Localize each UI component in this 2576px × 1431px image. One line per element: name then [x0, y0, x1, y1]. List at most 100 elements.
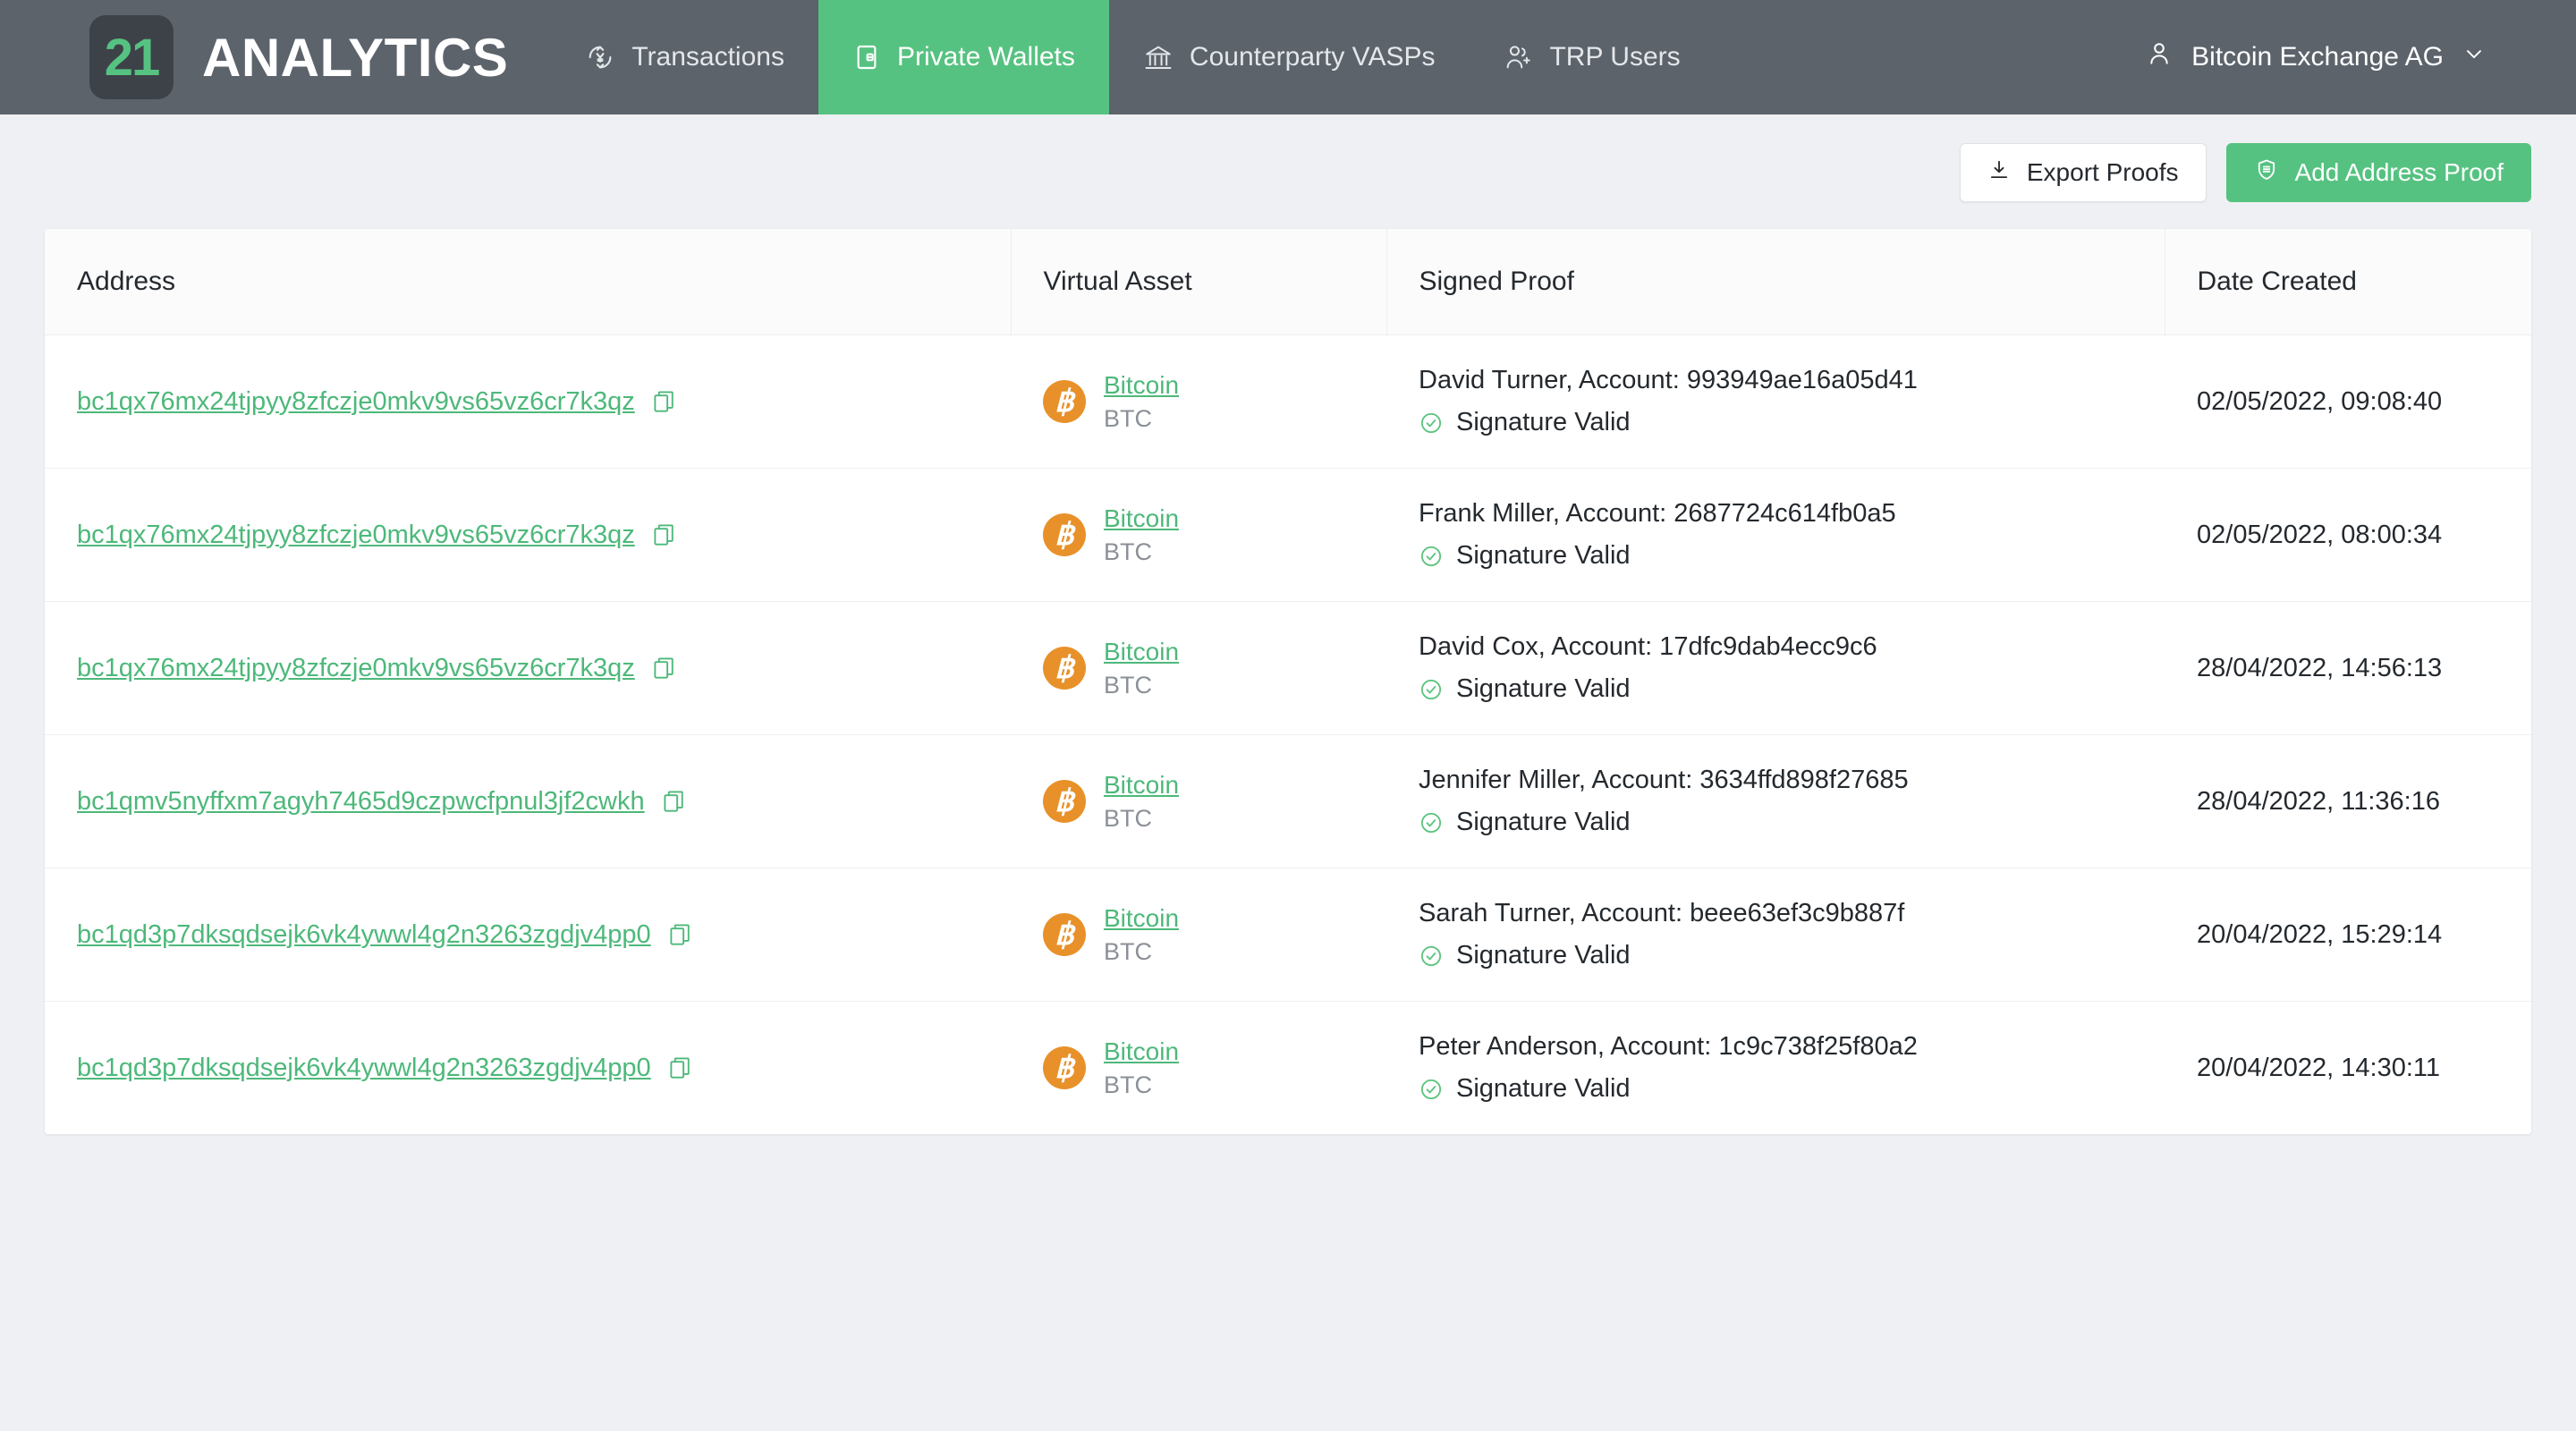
nav-tab-label: Transactions	[631, 42, 784, 72]
cell-address: bc1qx76mx24tjpyy8zfczje0mkv9vs65vz6cr7k3…	[45, 334, 1011, 469]
table-row: bc1qd3p7dksqdsejk6vk4ywwl4g2n3263zgdjv4p…	[45, 868, 2531, 1002]
cell-address: bc1qd3p7dksqdsejk6vk4ywwl4g2n3263zgdjv4p…	[45, 1002, 1011, 1135]
cell-address: bc1qx76mx24tjpyy8zfczje0mkv9vs65vz6cr7k3…	[45, 601, 1011, 735]
asset-symbol: BTC	[1104, 671, 1152, 699]
address-proofs-table: Address Virtual Asset Signed Proof Date …	[45, 229, 2531, 1134]
add-address-proof-button[interactable]: Add Address Proof	[2225, 143, 2531, 202]
chevron-down-icon	[2462, 41, 2487, 73]
cell-date-created: 02/05/2022, 08:00:34	[2165, 468, 2531, 602]
address-link[interactable]: bc1qx76mx24tjpyy8zfczje0mkv9vs65vz6cr7k3…	[77, 387, 635, 417]
column-header-virtual-asset: Virtual Asset	[1010, 229, 1386, 335]
bank-icon	[1143, 42, 1174, 72]
copy-icon[interactable]	[651, 388, 678, 415]
address-link[interactable]: bc1qd3p7dksqdsejk6vk4ywwl4g2n3263zgdjv4p…	[77, 1054, 651, 1083]
brand-logo[interactable]: 21 ANALYTICS	[0, 0, 551, 114]
table-row: bc1qx76mx24tjpyy8zfczje0mkv9vs65vz6cr7k3…	[45, 334, 2531, 469]
check-circle-icon	[1419, 1077, 1444, 1102]
cell-signed-proof: David Cox, Account: 17dfc9dab4ecc9c6 Sig…	[1386, 601, 2165, 735]
nav-tab-label: Counterparty VASPs	[1189, 42, 1436, 72]
download-icon	[1987, 158, 2011, 188]
bitcoin-icon: ฿	[1043, 780, 1086, 823]
address-link[interactable]: bc1qd3p7dksqdsejk6vk4ywwl4g2n3263zgdjv4p…	[77, 920, 651, 950]
proof-account-text: David Cox, Account: 17dfc9dab4ecc9c6	[1419, 632, 1877, 661]
asset-name-link[interactable]: Bitcoin	[1104, 504, 1179, 533]
date-created-value: 20/04/2022, 14:30:11	[2197, 1053, 2440, 1082]
nav-tab-trp-users[interactable]: TRP Users	[1469, 0, 1714, 114]
signature-status-label: Signature Valid	[1456, 408, 1631, 436]
table-header-row: Address Virtual Asset Signed Proof Date …	[45, 229, 2531, 335]
signature-status-label: Signature Valid	[1456, 808, 1631, 836]
account-name: Bitcoin Exchange AG	[2191, 42, 2444, 72]
cell-date-created: 02/05/2022, 09:08:40	[2165, 334, 2531, 469]
bitcoin-icon: ฿	[1043, 513, 1086, 556]
users-icon	[1503, 42, 1533, 72]
proof-account-text: Sarah Turner, Account: beee63ef3c9b887f	[1419, 899, 1905, 927]
signature-status-label: Signature Valid	[1456, 1074, 1631, 1103]
copy-icon[interactable]	[667, 921, 694, 948]
asset-symbol: BTC	[1104, 538, 1152, 565]
person-icon	[2145, 39, 2174, 75]
address-link[interactable]: bc1qx76mx24tjpyy8zfczje0mkv9vs65vz6cr7k3…	[77, 521, 635, 550]
table-body: bc1qx76mx24tjpyy8zfczje0mkv9vs65vz6cr7k3…	[45, 334, 2531, 1135]
address-link[interactable]: bc1qmv5nyffxm7agyh7465d9czpwcfpnul3jf2cw…	[77, 787, 645, 817]
asset-name-link[interactable]: Bitcoin	[1104, 904, 1179, 933]
signature-status-label: Signature Valid	[1456, 941, 1631, 970]
cell-address: bc1qmv5nyffxm7agyh7465d9czpwcfpnul3jf2cw…	[45, 734, 1011, 868]
date-created-value: 02/05/2022, 08:00:34	[2197, 520, 2443, 549]
nav-tabs: Transactions Private Wallets Counterpart…	[551, 0, 1714, 114]
cell-date-created: 20/04/2022, 15:29:14	[2165, 868, 2531, 1002]
asset-name-link[interactable]: Bitcoin	[1104, 771, 1179, 800]
export-proofs-button[interactable]: Export Proofs	[1959, 143, 2207, 202]
nav-tab-transactions[interactable]: Transactions	[551, 0, 818, 114]
brand-name-analytics: ANALYTICS	[202, 27, 509, 88]
copy-icon[interactable]	[667, 1054, 694, 1081]
account-menu[interactable]: Bitcoin Exchange AG	[2145, 0, 2576, 114]
check-circle-icon	[1419, 944, 1444, 969]
asset-symbol: BTC	[1104, 804, 1152, 832]
asset-symbol: BTC	[1104, 404, 1152, 432]
address-link[interactable]: bc1qx76mx24tjpyy8zfczje0mkv9vs65vz6cr7k3…	[77, 654, 635, 683]
action-bar: Export Proofs Add Address Proof	[0, 114, 2576, 202]
proof-account-text: Peter Anderson, Account: 1c9c738f25f80a2	[1419, 1032, 1918, 1061]
cell-virtual-asset: ฿ Bitcoin BTC	[1011, 734, 1386, 868]
check-circle-icon	[1419, 810, 1444, 835]
table-header: Address Virtual Asset Signed Proof Date …	[45, 229, 2531, 335]
date-created-value: 02/05/2022, 09:08:40	[2197, 386, 2443, 416]
asset-symbol: BTC	[1104, 1071, 1152, 1098]
cell-virtual-asset: ฿ Bitcoin BTC	[1011, 1002, 1386, 1135]
copy-icon[interactable]	[651, 655, 678, 682]
bitcoin-icon: ฿	[1043, 380, 1086, 423]
nav-tab-label: TRP Users	[1549, 42, 1681, 72]
shield-check-icon	[2254, 157, 2279, 189]
table-row: bc1qmv5nyffxm7agyh7465d9czpwcfpnul3jf2cw…	[45, 734, 2531, 868]
cell-date-created: 28/04/2022, 14:56:13	[2165, 601, 2531, 735]
wallet-icon	[852, 43, 881, 72]
asset-name-link[interactable]: Bitcoin	[1104, 1037, 1179, 1066]
table-row: bc1qd3p7dksqdsejk6vk4ywwl4g2n3263zgdjv4p…	[45, 1002, 2531, 1135]
table-row: bc1qx76mx24tjpyy8zfczje0mkv9vs65vz6cr7k3…	[45, 601, 2531, 735]
asset-name-link[interactable]: Bitcoin	[1104, 371, 1179, 400]
top-navigation-bar: 21 ANALYTICS Transactions Private Wallet…	[0, 0, 2576, 114]
date-created-value: 20/04/2022, 15:29:14	[2197, 919, 2443, 949]
nav-tab-private-wallets[interactable]: Private Wallets	[818, 0, 1109, 114]
signature-status-label: Signature Valid	[1456, 674, 1631, 703]
check-circle-icon	[1419, 411, 1444, 436]
proof-account-text: David Turner, Account: 993949ae16a05d41	[1419, 366, 1918, 394]
bitcoin-icon: ฿	[1043, 647, 1086, 690]
copy-icon[interactable]	[651, 521, 678, 548]
cell-virtual-asset: ฿ Bitcoin BTC	[1011, 601, 1386, 735]
cell-virtual-asset: ฿ Bitcoin BTC	[1011, 334, 1386, 469]
copy-icon[interactable]	[661, 788, 688, 815]
asset-symbol: BTC	[1104, 937, 1152, 965]
date-created-value: 28/04/2022, 14:56:13	[2197, 653, 2443, 682]
cell-signed-proof: Jennifer Miller, Account: 3634ffd898f276…	[1386, 734, 2165, 868]
add-address-proof-label: Add Address Proof	[2294, 158, 2504, 186]
cell-virtual-asset: ฿ Bitcoin BTC	[1011, 868, 1386, 1002]
cell-signed-proof: Sarah Turner, Account: beee63ef3c9b887f …	[1386, 868, 2165, 1002]
cell-address: bc1qd3p7dksqdsejk6vk4ywwl4g2n3263zgdjv4p…	[45, 868, 1011, 1002]
brand-mark-21: 21	[89, 15, 174, 99]
proof-account-text: Jennifer Miller, Account: 3634ffd898f276…	[1419, 766, 1909, 794]
asset-name-link[interactable]: Bitcoin	[1104, 638, 1179, 666]
proof-account-text: Frank Miller, Account: 2687724c614fb0a5	[1419, 499, 1896, 528]
nav-tab-counterparty-vasps[interactable]: Counterparty VASPs	[1109, 0, 1470, 114]
